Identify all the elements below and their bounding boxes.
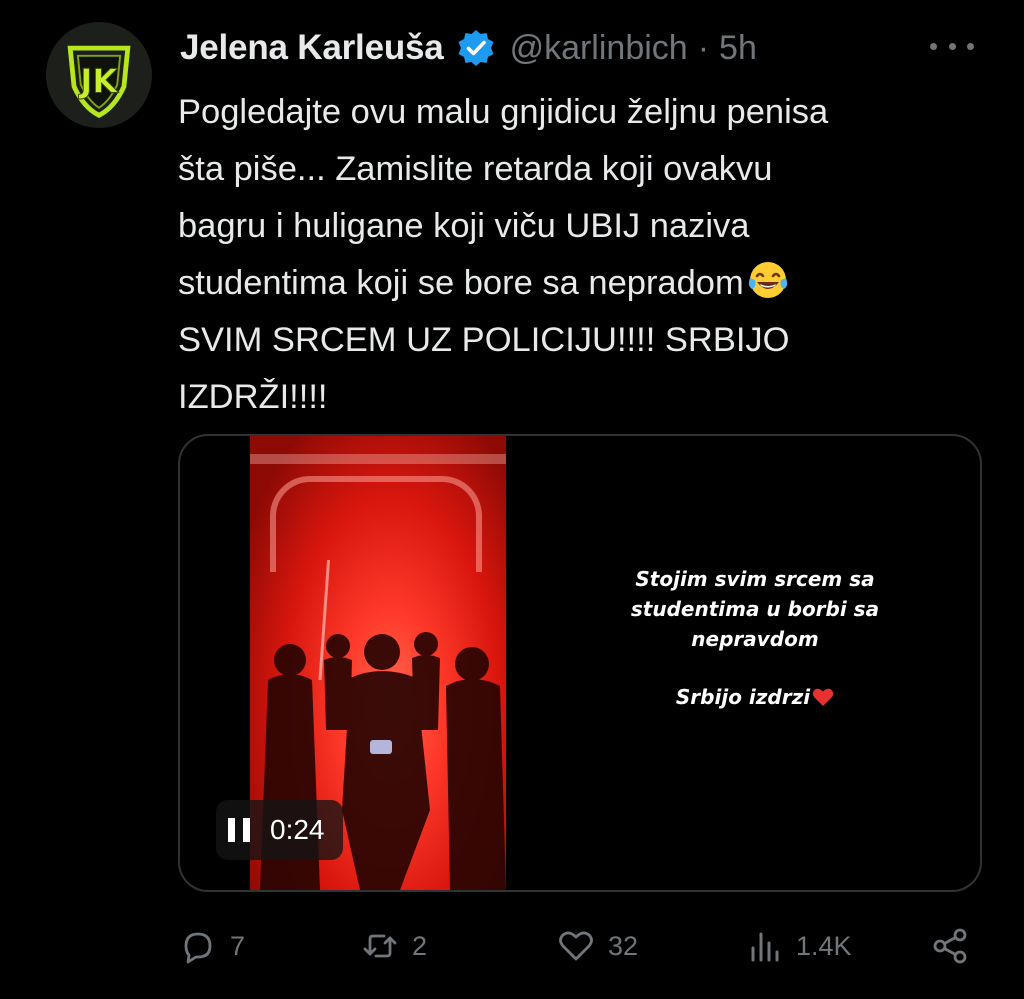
red-heart-icon bbox=[812, 688, 834, 706]
more-options-icon[interactable] bbox=[930, 34, 974, 58]
share-button[interactable] bbox=[930, 918, 970, 974]
pause-icon[interactable] bbox=[228, 818, 250, 842]
story-line-2: Srbijo izdrzi bbox=[675, 685, 811, 709]
tweet-line: šta piše... Zamislite retarda koji ovakv… bbox=[178, 150, 773, 188]
reply-button[interactable]: 7 bbox=[178, 918, 245, 974]
svg-text:JK: JK bbox=[78, 62, 119, 100]
display-name[interactable]: Jelena Karleuša bbox=[180, 28, 444, 68]
story-line-1: Stojim svim srcem sa studentima u borbi … bbox=[630, 567, 880, 651]
story-line-2-wrap: Srbijo izdrzi bbox=[600, 682, 910, 712]
story-caption: Stojim svim srcem sa studentima u borbi … bbox=[600, 564, 910, 712]
tweet-text: Pogledajte ovu malu gnjidicu željnu peni… bbox=[178, 84, 968, 426]
views-button[interactable]: 1.4K bbox=[744, 918, 852, 974]
verified-badge-icon[interactable] bbox=[456, 28, 496, 68]
face-with-tears-of-joy-icon bbox=[748, 262, 787, 298]
view-count: 1.4K bbox=[796, 930, 852, 961]
analytics-icon bbox=[751, 932, 779, 962]
timestamp[interactable]: 5h bbox=[719, 29, 757, 68]
doorway-arch bbox=[270, 476, 482, 572]
like-count: 32 bbox=[608, 930, 639, 961]
tweet-line: IZDRŽI!!!! bbox=[178, 378, 328, 416]
reply-count: 7 bbox=[230, 930, 246, 961]
action-bar: 7 2 32 1.4K bbox=[178, 918, 978, 974]
retweet-count: 2 bbox=[412, 930, 428, 961]
heart-icon bbox=[559, 931, 593, 961]
ceiling-light bbox=[250, 454, 506, 464]
share-icon bbox=[933, 928, 967, 964]
video-media-card[interactable]: Stojim svim srcem sa studentima u borbi … bbox=[178, 434, 982, 892]
avatar[interactable]: JK bbox=[46, 22, 152, 128]
tweet-line: SVIM SRCEM UZ POLICIJU!!!! SRBIJO bbox=[178, 321, 790, 359]
tweet-line: Pogledajte ovu malu gnjidicu željnu peni… bbox=[178, 93, 829, 131]
handle[interactable]: @karlinbich bbox=[510, 29, 688, 68]
video-player-controls[interactable]: 0:24 bbox=[216, 800, 343, 860]
retweet-icon bbox=[363, 934, 397, 958]
reply-icon bbox=[184, 932, 212, 964]
separator-dot: · bbox=[697, 28, 710, 67]
tweet: JK Jelena Karleuša @karlinbich · 5h Pogl… bbox=[0, 0, 1024, 999]
tweet-line-with-emoji: studentima koji se bore sa nepradom bbox=[178, 255, 968, 312]
like-button[interactable]: 32 bbox=[556, 918, 638, 974]
video-duration: 0:24 bbox=[270, 814, 325, 845]
retweet-button[interactable]: 2 bbox=[360, 918, 427, 974]
tweet-line: bagru i huligane koji viču UBIJ naziva bbox=[178, 207, 750, 245]
tweet-header: Jelena Karleuša @karlinbich · 5h bbox=[180, 24, 757, 72]
jk-shield-logo-icon: JK bbox=[67, 45, 131, 119]
tweet-line: studentima koji se bore sa nepradom bbox=[178, 264, 744, 302]
